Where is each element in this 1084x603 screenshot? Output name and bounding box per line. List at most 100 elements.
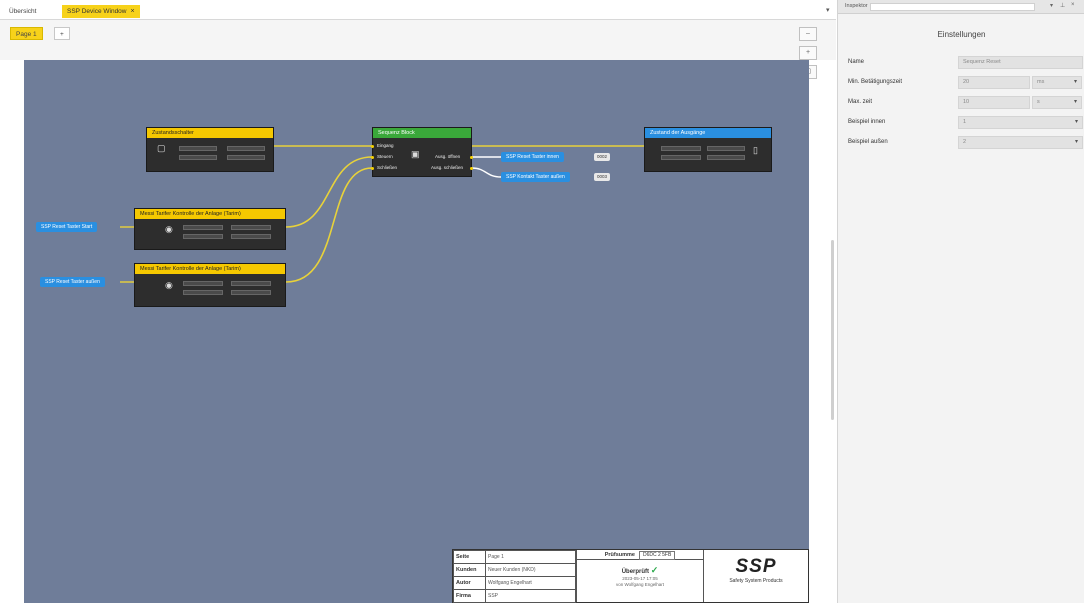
prop-inner: Beispiel innen 1 ▾ [838,116,1084,130]
input-port[interactable] [371,167,374,170]
block-body: ▯ [645,138,771,171]
input-block-2[interactable]: Messi Tarifer Kontrolle der Anlage (Tari… [134,263,286,307]
input-block-1[interactable]: Messi Tarifer Kontrolle der Anlage (Tari… [134,208,286,250]
pin-icon[interactable]: ⊥ [1060,2,1065,9]
unit-value: ms [1037,79,1045,85]
tab-device-window[interactable]: SSP Device Window × [62,5,140,18]
param-field[interactable] [183,234,223,239]
zoom-out-icon: – [806,30,810,37]
verified-status: Überprüft ✓ [577,565,703,576]
min-time-field[interactable]: 20 [958,76,1030,89]
param-field[interactable] [179,146,217,151]
dropdown-icon[interactable]: ▾ [1050,2,1053,9]
schedule-block[interactable]: Zustandsschalter ▢ [146,127,274,172]
cell-label: Kunden [453,563,486,577]
check-icon: ✓ [650,565,659,575]
port-label: Schließen [377,165,398,170]
table-row: Kunden Neuer Kunden (NKD) [453,563,576,577]
name-field-value: Sequenz Reset [963,59,1001,65]
tab-device-window-label: SSP Device Window [67,8,127,15]
param-field[interactable] [179,155,217,160]
param-field[interactable] [227,146,265,151]
output-value-2: 0003 [594,173,611,181]
inspector-search-input[interactable] [870,3,1035,11]
output-port[interactable] [470,167,473,170]
input-tag-1[interactable]: SSP Reset Taster Start [36,222,98,232]
param-field[interactable] [661,146,701,151]
zoom-out-button[interactable]: – [799,27,817,41]
chevron-down-icon: ▾ [1073,99,1077,105]
settings-heading: Einstellungen [937,30,986,39]
output-tag-2[interactable]: SSP Kontakt Taster außen [501,172,570,182]
input-tag-2[interactable]: SSP Reset Taster außen [40,277,105,287]
prop-label: Max. zeit [848,99,873,105]
param-field[interactable] [707,146,745,151]
port-label: Steuern [377,154,393,159]
logic-canvas[interactable]: Zustandsschalter ▢ Messi Tarifer Kontrol… [24,60,809,603]
sequence-icon: ▣ [411,149,420,159]
param-field[interactable] [183,290,223,295]
param-field[interactable] [661,155,701,160]
param-field[interactable] [707,155,745,160]
zoom-in-icon: + [805,49,811,56]
table-row: Autor Wolfgang Engelhart [453,576,576,590]
document-tab-bar: Übersicht SSP Device Window × ▾ [0,0,836,20]
prop-outer: Beispiel außen 2 ▾ [838,136,1084,150]
tab-overview[interactable]: Übersicht [4,5,41,18]
inspector-header: Inspektor ▾ ⊥ × [838,0,1084,14]
sequence-block[interactable]: Sequenz Block Eingang Steuern Schließen … [371,127,473,177]
dial-icon: ◉ [165,280,173,290]
input-port[interactable] [371,145,374,148]
inspector-panel: Inspektor ▾ ⊥ × Einstellungen Name Seque… [837,0,1084,603]
wire[interactable] [471,167,502,178]
output-icon: ▯ [753,145,758,155]
close-icon[interactable]: × [131,5,135,18]
block-title: Messi Tarifer Kontrolle der Anlage (Tari… [135,264,285,274]
wire[interactable] [285,156,373,228]
cell-value: Wolfgang Engelhart [485,576,576,590]
output-tag-1[interactable]: SSP Reset Taster innen [501,152,564,162]
outer-select[interactable]: 2 ▾ [958,136,1083,149]
param-field[interactable] [183,281,223,286]
param-field[interactable] [231,290,271,295]
port-label: Ausg. öffnen [435,154,461,159]
vertical-scrollbar[interactable] [831,240,834,420]
max-time-unit-select[interactable]: s ▾ [1032,96,1082,109]
output-port[interactable] [470,156,473,159]
close-icon[interactable]: × [1071,2,1075,8]
verified-label: Überprüft [621,569,650,575]
table-row: Firma SSP [453,589,576,603]
param-field[interactable] [227,155,265,160]
param-field[interactable] [231,225,271,230]
table-row: Seite Page 1 [453,550,576,564]
name-field[interactable]: Sequenz Reset [958,56,1083,69]
logo-mark: SSP [735,556,777,577]
block-body: ▢ [147,138,273,171]
cell-label: Autor [453,576,486,590]
param-field[interactable] [231,281,271,286]
inner-select[interactable]: 1 ▾ [958,116,1083,129]
output-value-1: 0002 [594,153,611,161]
param-field[interactable] [183,225,223,230]
block-title: Sequenz Block [373,128,471,138]
verified-by: von Wolfgang Engelhart [616,582,664,587]
input-tag-label: SSP Reset Taster außen [45,279,100,285]
zoom-in-button[interactable]: + [799,46,817,60]
title-block-table: Seite Page 1 Kunden Neuer Kunden (NKD) Aut… [453,550,576,603]
block-body: ◉ [135,274,285,306]
output-tag-label: SSP Reset Taster innen [506,154,559,160]
page-tab-1[interactable]: Page 1 [10,27,43,40]
prop-label: Beispiel außen [848,139,888,145]
add-page-button[interactable]: + [54,27,70,40]
checksum-value: D6DC 2 5FB [638,551,676,560]
min-time-unit-select[interactable]: ms ▾ [1032,76,1082,89]
checksum-label: Prüfsumme [604,552,635,558]
param-field[interactable] [231,234,271,239]
chevron-down-icon: ▾ [1073,79,1077,85]
output-state-block[interactable]: Zustand der Ausgänge ▯ [644,127,772,172]
input-port[interactable] [371,156,374,159]
prop-max-time: Max. zeit 10 s ▾ [838,96,1084,110]
max-time-field[interactable]: 10 [958,96,1030,109]
pin-icon[interactable]: ▾ [826,6,830,14]
chevron-down-icon: ▾ [1074,139,1078,145]
